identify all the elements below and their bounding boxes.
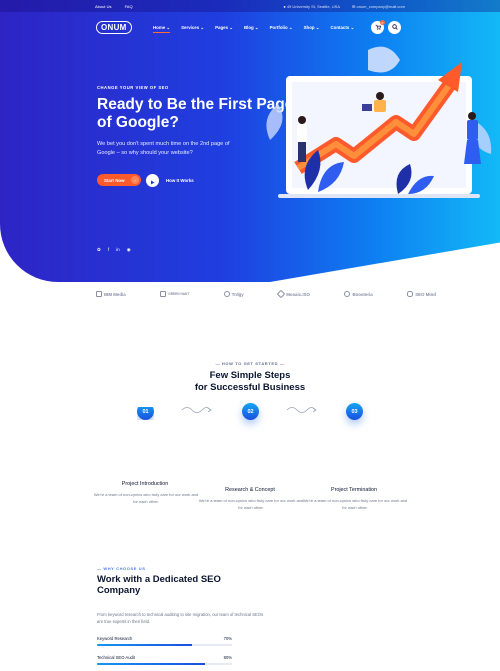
- cart-count-badge: 0: [380, 20, 385, 25]
- wavy-arrow-icon: [181, 407, 212, 413]
- step-title: Research & Concept: [225, 487, 275, 493]
- top-bar: About Us FAQ ● 49 University St, Seattle…: [0, 0, 500, 12]
- step-title: Project Termination: [330, 487, 378, 493]
- search-button[interactable]: [388, 21, 401, 34]
- brand-logo: Boosteria: [344, 291, 373, 297]
- brand-icon: [223, 291, 230, 297]
- hero-subtitle: We bet you don't spent much time on the …: [97, 141, 230, 156]
- social-links: ✿ f in ◉: [97, 247, 131, 253]
- cart-icon: [375, 24, 381, 32]
- start-now-button[interactable]: Start Now ›: [97, 174, 141, 186]
- nav-services[interactable]: Services ⌄: [181, 25, 204, 33]
- arrow-right-icon: ›: [131, 176, 139, 184]
- brand-logo: SEO Mind: [407, 291, 436, 297]
- steps-title-line1: Few Simple Steps: [209, 370, 291, 381]
- skill-bar-keyword-research: Keyword Research 70%: [97, 636, 232, 647]
- step-description: We're a team of non-cynics who truly car…: [93, 492, 199, 504]
- brand-icon: [407, 291, 414, 297]
- skill-label: Technical SEO Audit: [97, 655, 135, 660]
- step-number-2: 02: [242, 403, 259, 420]
- nav-pages[interactable]: Pages ⌄: [215, 25, 233, 33]
- page: About Us FAQ ● 49 University St, Seattle…: [0, 0, 500, 671]
- start-now-label: Start Now: [104, 177, 125, 183]
- brand-logo: IBM Media: [96, 291, 126, 297]
- dedicated-eyebrow: — WHY CHOOSE US: [97, 566, 146, 571]
- steps-title-line2: for Successful Business: [194, 381, 306, 393]
- nav-menu: Home ⌄ Services ⌄ Pages ⌄ Blog ⌄ Portfol…: [153, 25, 354, 33]
- nav-portfolio[interactable]: Portfolio ⌄: [270, 25, 293, 33]
- brand-icon: [344, 291, 351, 297]
- dedicated-description: From keyword research to technical audit…: [97, 612, 264, 624]
- linkedin-icon[interactable]: in: [116, 247, 120, 253]
- step-number-3: 03: [346, 403, 363, 420]
- wavy-arrow-icon: [286, 407, 317, 413]
- hero-section: About Us FAQ ● 49 University St, Seattle…: [0, 0, 500, 282]
- nav-home[interactable]: Home ⌄: [153, 25, 171, 33]
- steps-eyebrow: — HOW TO GET STARTED —: [215, 361, 285, 366]
- brand-logo: Trdgy: [223, 291, 244, 297]
- instagram-icon[interactable]: ◉: [127, 247, 131, 253]
- brand-logo: GREEN HANT: [160, 291, 189, 297]
- about-link[interactable]: About Us: [95, 4, 111, 9]
- skill-fill: [97, 644, 192, 647]
- how-it-works-link[interactable]: How It Works: [166, 178, 194, 183]
- dedicated-title: Work with a Dedicated SEO Company: [97, 574, 221, 596]
- step-description: We're a team of non-cynics who truly car…: [198, 498, 304, 510]
- facebook-icon[interactable]: f: [108, 247, 109, 253]
- steps-title: Few Simple Steps for Successful Business: [0, 370, 500, 393]
- brand-logo: Mosaic.ISO: [277, 289, 310, 299]
- email-link[interactable]: ✉ onum_company@mail.com: [352, 4, 405, 9]
- brand-icon: [277, 289, 286, 299]
- brand-icon: [96, 291, 102, 297]
- step-title: Project Introduction: [121, 481, 169, 487]
- seo-growth-illustration: [266, 46, 492, 198]
- skill-bar-technical-audit: Technical SEO Audit 80%: [97, 655, 232, 666]
- main-nav: ONUM Home ⌄ Services ⌄ Pages ⌄ Blog ⌄ Po…: [0, 12, 500, 42]
- twitter-icon[interactable]: ✿: [97, 247, 101, 253]
- logo[interactable]: ONUM: [96, 21, 132, 34]
- nav-blog[interactable]: Blog ⌄: [244, 25, 259, 33]
- hero-eyebrow: CHANGE YOUR VIEW OF SEO: [97, 85, 169, 90]
- step-number-1: 01: [137, 407, 154, 420]
- brand-logos: IBM Media GREEN HANT Trdgy Mosaic.ISO Bo…: [96, 288, 436, 300]
- nav-shop[interactable]: Shop ⌄: [304, 25, 320, 33]
- search-icon: [391, 23, 398, 32]
- play-video-button[interactable]: [146, 174, 159, 187]
- play-icon: [150, 172, 155, 190]
- skill-percent: 70%: [223, 636, 232, 641]
- brand-icon: [160, 291, 167, 297]
- skill-percent: 80%: [223, 655, 232, 660]
- address-text: ● 49 University St, Seattle, USA: [283, 3, 340, 9]
- step-description: We're a team of non-cynics who truly car…: [302, 498, 408, 510]
- faq-link[interactable]: FAQ: [125, 4, 133, 9]
- skill-fill: [97, 663, 205, 666]
- nav-contacts[interactable]: Contacts ⌄: [330, 25, 354, 33]
- skill-label: Keyword Research: [97, 636, 133, 641]
